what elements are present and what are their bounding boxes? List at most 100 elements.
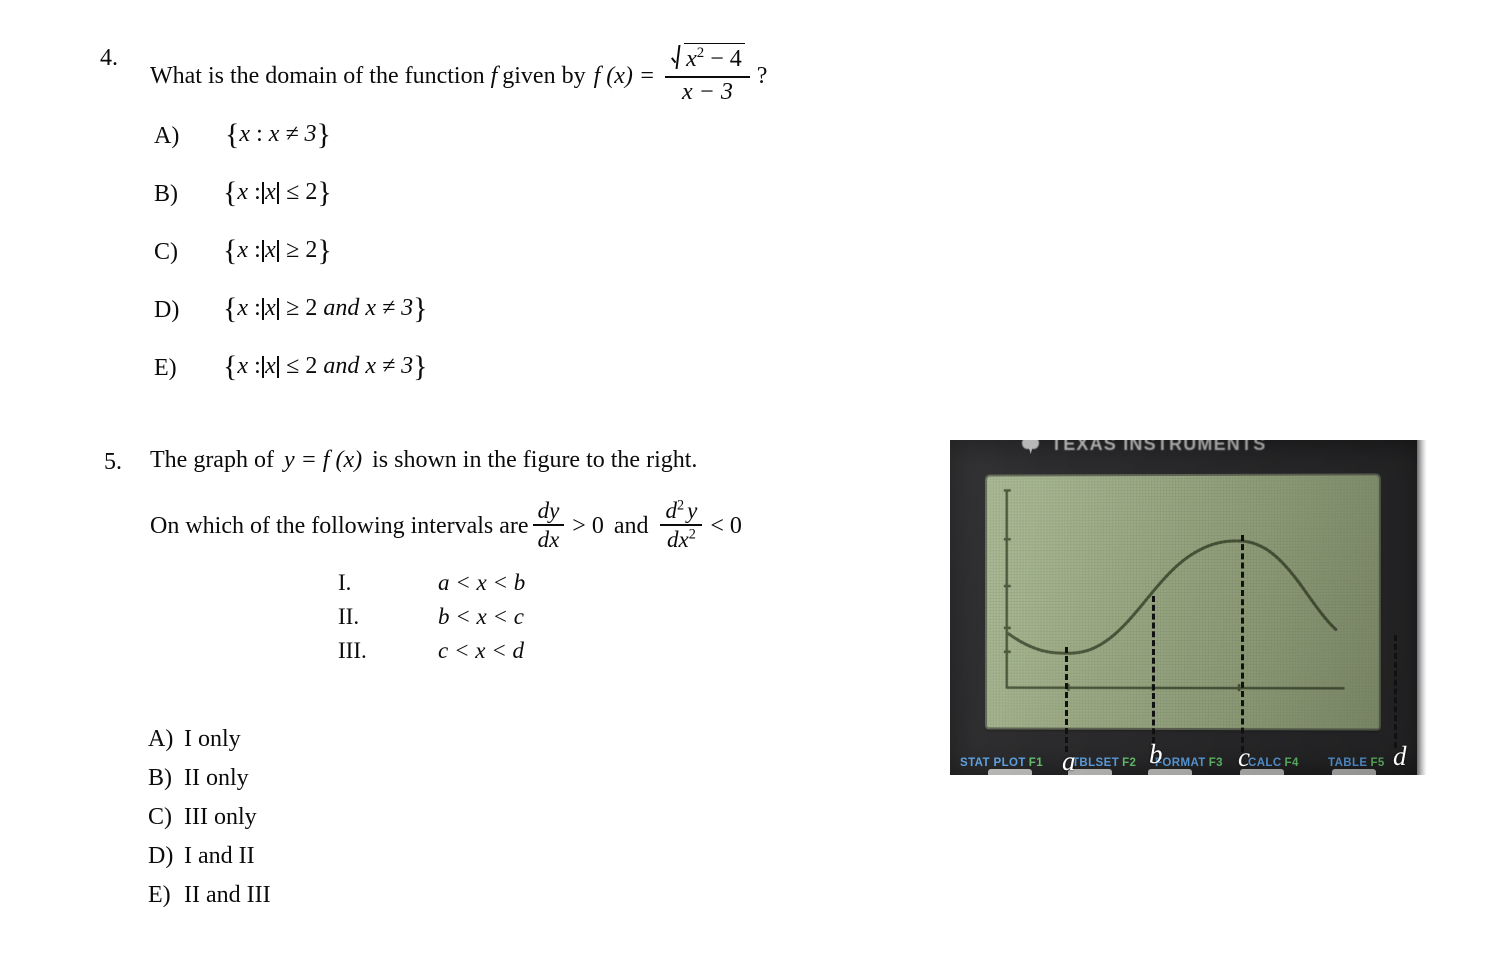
fkey-id: F4	[1284, 757, 1299, 769]
calculator-key-top[interactable]	[1332, 769, 1376, 775]
second-derivative-d: d	[665, 498, 677, 523]
question-4-stem: What is the domain of the function f giv…	[150, 43, 767, 107]
x-axis	[1007, 688, 1345, 689]
set-variable: x	[237, 179, 249, 205]
brand-name: TEXAS INSTRUMENTS	[1051, 440, 1267, 454]
q5-line1-suffix: is shown in the figure to the right.	[372, 447, 698, 473]
question-4-function-symbol: f	[490, 62, 498, 89]
question-4-choice-letter-a[interactable]: A)	[154, 124, 179, 148]
fkey-tblset[interactable]: TBLSET F2	[1072, 757, 1136, 769]
question-5-line-2: On which of the following intervals are …	[150, 498, 742, 554]
marker-dash-a	[1065, 647, 1068, 752]
choice-letter: A)	[148, 726, 174, 752]
marker-dash-c	[1241, 535, 1244, 752]
absolute-value-bar-right	[277, 240, 279, 262]
choice-text: I and II	[184, 843, 255, 869]
marker-label-c: c	[1238, 742, 1250, 772]
second-derivative-y: y	[687, 498, 698, 523]
question-5-line-1: The graph of y = f (x) is shown in the f…	[150, 448, 697, 472]
set-close-brace: }	[413, 292, 428, 325]
set-colon: :	[256, 121, 263, 147]
question-4-choice-d[interactable]: {x :x ≥ 2 and x ≠ 3}	[223, 294, 428, 324]
absolute-value-variable: x	[265, 353, 276, 379]
question-5-choice-a[interactable]: A) I only	[148, 720, 271, 759]
choice-text: III only	[184, 804, 257, 830]
choice-text: II and III	[184, 882, 271, 908]
fkey-calc[interactable]: CALC F4	[1248, 757, 1299, 769]
second-derivative-dx: dx	[666, 526, 689, 552]
fkey-id: F3	[1208, 757, 1223, 769]
absolute-value-bar-left	[262, 298, 264, 320]
set-colon: :	[254, 295, 261, 321]
set-variable: x	[237, 237, 249, 263]
q5-line1-prefix: The graph of	[150, 447, 274, 473]
question-4-stem-before: What is the domain of the function	[150, 62, 485, 89]
question-5-choice-d[interactable]: D) I and II	[148, 837, 271, 876]
calculator-side-bevel	[1417, 440, 1427, 775]
absolute-value-variable: x	[265, 179, 276, 205]
roman-numeral: II.	[338, 604, 360, 629]
absolute-value-bar-left	[262, 240, 264, 262]
question-4-choice-a[interactable]: {x : x ≠ 3}	[225, 120, 331, 150]
fkey-id: F1	[1028, 757, 1044, 769]
fkey-table[interactable]: TABLE F5	[1328, 757, 1385, 769]
choice-a-body: x ≠ 3	[268, 121, 317, 147]
choice-letter: D)	[148, 843, 174, 869]
roman-interval: c < x < d	[438, 638, 524, 663]
choice-text: I only	[184, 726, 241, 752]
second-derivative-fraction: d2 y dx2	[660, 497, 703, 553]
calculator-key-top[interactable]	[988, 769, 1032, 775]
absolute-value-variable: x	[265, 295, 276, 321]
set-close-brace: }	[413, 350, 428, 383]
fkey-format[interactable]: FORMAT F3	[1155, 757, 1223, 769]
graphing-calculator-photo: TEXAS INSTRUMENTS STAT PLOT F1 TBLSET F2…	[950, 440, 1427, 775]
second-derivative-denominator: dx2	[662, 526, 701, 553]
first-derivative-fraction: dy dx	[532, 497, 565, 553]
function-curve	[1009, 541, 1337, 654]
question-4-choice-letter-e[interactable]: E)	[154, 356, 177, 380]
roman-item-1: I. a < x < b	[338, 566, 525, 600]
radical-sign-group: x2 − 4	[670, 43, 745, 73]
question-5-choice-e[interactable]: E) II and III	[148, 876, 271, 915]
question-4-fraction: x2 − 4 x − 3	[665, 43, 750, 106]
set-variable: x	[239, 121, 251, 147]
fkey-label: CALC	[1248, 757, 1282, 769]
set-close-brace: }	[316, 118, 331, 151]
choice-c-relation: ≥ 2	[286, 237, 318, 263]
question-5-choice-b[interactable]: B) II only	[148, 759, 271, 798]
choice-d-extra: and x ≠ 3	[323, 295, 414, 321]
question-5-choices: A) I only B) II only C) III only D) I and II…	[148, 720, 271, 915]
question-4-choice-c[interactable]: {x :x ≥ 2}	[223, 236, 332, 266]
marker-label-d: d	[1393, 741, 1407, 771]
absolute-value-bar-left	[262, 356, 264, 378]
radicand-tail: − 4	[710, 46, 742, 72]
question-4-choice-e[interactable]: {x :x ≤ 2 and x ≠ 3}	[223, 352, 428, 382]
calculator-brand: TEXAS INSTRUMENTS	[1020, 440, 1350, 457]
calculator-key-top[interactable]	[1148, 769, 1192, 775]
question-4-choice-letter-c[interactable]: C)	[154, 240, 178, 264]
question-4-choice-letter-b[interactable]: B)	[154, 182, 178, 206]
second-derivative-numerator: d2 y	[660, 497, 702, 524]
marker-label-a: a	[1062, 746, 1076, 775]
question-4-choice-letter-d[interactable]: D)	[154, 298, 179, 322]
radicand-exponent: 2	[696, 45, 705, 61]
fkey-stat-plot[interactable]: STAT PLOT F1	[960, 757, 1043, 769]
absolute-value-bar-right	[277, 182, 279, 204]
choice-e-extra: and x ≠ 3	[323, 353, 414, 379]
absolute-value-bar-right	[277, 298, 279, 320]
set-open-brace: {	[223, 292, 238, 325]
question-5-choice-c[interactable]: C) III only	[148, 798, 271, 837]
second-derivative-relation: < 0	[710, 512, 742, 539]
radical-icon	[672, 44, 683, 70]
choice-text: II only	[184, 765, 249, 791]
question-4-number: 4.	[100, 45, 118, 71]
question-4-choice-b[interactable]: {x :x ≤ 2}	[223, 178, 332, 208]
choice-letter: E)	[148, 882, 171, 908]
fkey-label: STAT PLOT	[960, 757, 1026, 769]
roman-item-3: III. c < x < d	[338, 634, 525, 668]
function-graph-svg	[987, 475, 1379, 728]
question-4-stem-middle: given by	[502, 62, 586, 89]
function-key-legend: STAT PLOT F1 TBLSET F2 FORMAT F3 CALC F4 TAB…	[950, 735, 1427, 775]
set-colon: :	[254, 237, 261, 263]
derivative-conjunction: and	[613, 512, 649, 539]
